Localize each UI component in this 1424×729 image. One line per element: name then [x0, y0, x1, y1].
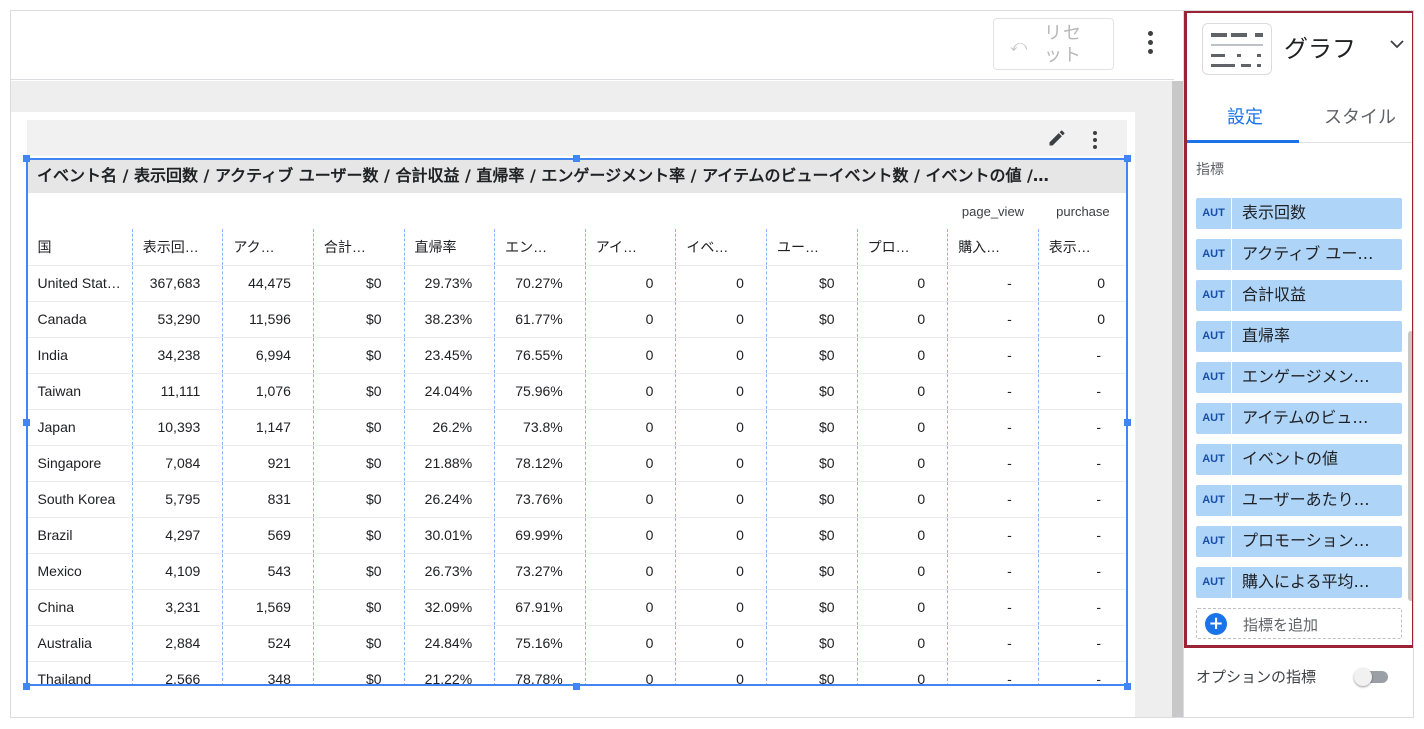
resize-handle[interactable]	[573, 683, 580, 690]
metric-chip[interactable]: AUT 合計収益	[1196, 280, 1402, 311]
aggregation-badge[interactable]: AUT	[1196, 321, 1232, 352]
metric-label: ユーザーあたり…	[1242, 490, 1370, 509]
top-toolbar: ⤺ リセット	[11, 11, 1174, 80]
chart-type-label[interactable]: グラフ	[1284, 29, 1356, 64]
metric-label: 直帰率	[1242, 326, 1291, 345]
aggregation-badge[interactable]: AUT	[1196, 403, 1232, 434]
report-canvas: イベント名 / 表示回数 / アクティブ ユーザー数 / 合計収益 / 直帰率 …	[11, 81, 1174, 717]
table-chart-icon[interactable]	[1202, 23, 1272, 75]
metric-label: プロモーション…	[1242, 531, 1370, 550]
resize-handle[interactable]	[23, 155, 30, 162]
metric-chip[interactable]: AUT ユーザーあたり…	[1196, 485, 1402, 516]
metric-label: アクティブ ユー…	[1242, 244, 1374, 263]
metric-label: イベントの値	[1242, 449, 1339, 468]
metric-chip[interactable]: AUT 直帰率	[1196, 321, 1402, 352]
resize-handle[interactable]	[573, 155, 580, 162]
add-metric-label: 指標を追加	[1243, 616, 1319, 634]
canvas-scrollbar[interactable]	[1172, 81, 1183, 717]
chart-more-vert-icon[interactable]	[1089, 131, 1101, 149]
aggregation-badge[interactable]: AUT	[1196, 526, 1232, 557]
pencil-icon[interactable]	[1047, 128, 1067, 148]
aggregation-badge[interactable]: AUT	[1196, 485, 1232, 516]
add-metric-button[interactable]: + 指標を追加	[1196, 608, 1402, 639]
reset-button[interactable]: ⤺ リセット	[993, 18, 1114, 70]
selection-box	[26, 158, 1128, 686]
tab-style[interactable]: スタイル	[1324, 103, 1396, 129]
resize-handle[interactable]	[1124, 683, 1131, 690]
metric-chip[interactable]: AUT エンゲージメン…	[1196, 362, 1402, 393]
panel-tabs: 設定 スタイル	[1187, 89, 1413, 143]
aggregation-badge[interactable]: AUT	[1196, 239, 1232, 270]
properties-panel: グラフ 設定 スタイル 指標 AUT 表示回数 AUT アクティブ ユー… AUT 合計収…	[1183, 11, 1413, 717]
metric-label: エンゲージメン…	[1242, 367, 1370, 386]
optional-metrics-toggle[interactable]	[1354, 668, 1390, 686]
resize-handle[interactable]	[1124, 155, 1131, 162]
panel-scrollbar[interactable]	[1408, 331, 1413, 601]
resize-handle[interactable]	[1124, 419, 1131, 426]
resize-handle[interactable]	[23, 683, 30, 690]
reset-label: リセット	[1044, 23, 1082, 66]
aggregation-badge[interactable]: AUT	[1196, 280, 1232, 311]
add-circle-icon: +	[1205, 613, 1227, 635]
metric-chip[interactable]: AUT アイテムのビュ…	[1196, 403, 1402, 434]
metric-chip[interactable]: AUT イベントの値	[1196, 444, 1402, 475]
metric-label: 表示回数	[1242, 203, 1307, 222]
chart-header-bar	[27, 120, 1127, 156]
aggregation-badge[interactable]: AUT	[1196, 198, 1232, 229]
metric-chip[interactable]: AUT アクティブ ユー…	[1196, 239, 1402, 270]
resize-handle[interactable]	[23, 419, 30, 426]
metric-chip[interactable]: AUT 購入による平均…	[1196, 567, 1402, 598]
chevron-down-icon[interactable]	[1390, 37, 1404, 51]
metric-chip[interactable]: AUT 表示回数	[1196, 198, 1402, 229]
active-tab-indicator	[1187, 140, 1299, 143]
report-page: イベント名 / 表示回数 / アクティブ ユーザー数 / 合計収益 / 直帰率 …	[11, 112, 1135, 717]
metric-label: 合計収益	[1242, 285, 1307, 304]
optional-metrics-label: オプションの指標	[1196, 668, 1317, 686]
report-editor: ⤺ リセット イベント名 / 表示回数 / アクティブ ユーザー数 / 合計収益…	[10, 10, 1414, 718]
metrics-section-title: 指標	[1196, 162, 1224, 178]
aggregation-badge[interactable]: AUT	[1196, 444, 1232, 475]
tab-setup[interactable]: 設定	[1227, 103, 1263, 129]
metric-label: アイテムのビュ…	[1242, 408, 1369, 427]
metric-chip[interactable]: AUT プロモーション…	[1196, 526, 1402, 557]
aggregation-badge[interactable]: AUT	[1196, 362, 1232, 393]
more-vert-icon[interactable]	[1140, 31, 1160, 61]
metric-label: 購入による平均…	[1242, 572, 1370, 591]
undo-icon: ⤺	[1010, 36, 1028, 55]
aggregation-badge[interactable]: AUT	[1196, 567, 1232, 598]
